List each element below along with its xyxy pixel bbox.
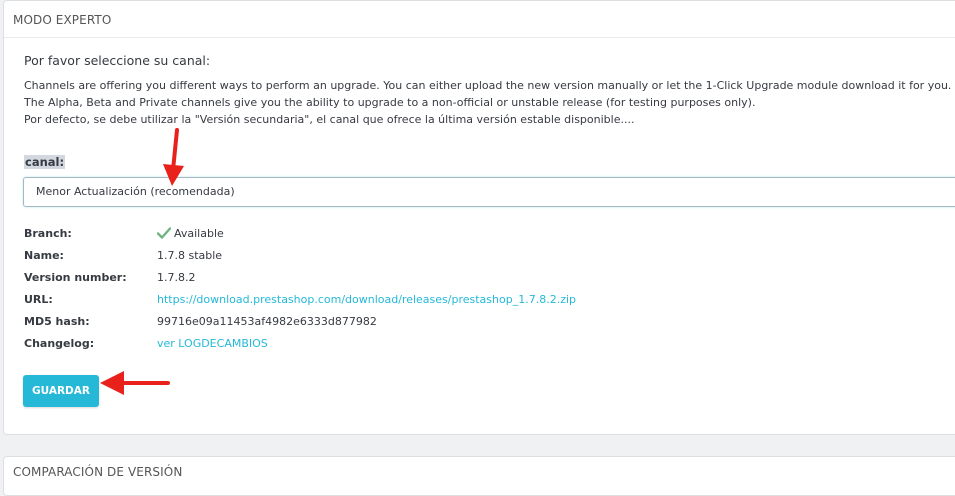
version-number-label: Version number:: [24, 271, 127, 284]
save-button[interactable]: GUARDAR: [23, 375, 99, 407]
changelog-label: Changelog:: [24, 337, 95, 350]
channel-description-line-3: Por defecto, se debe utilizar la "Versió…: [24, 113, 635, 126]
checkmark-icon: [157, 227, 171, 239]
name-value: 1.7.8 stable: [157, 249, 223, 262]
branch-value: Available: [157, 227, 224, 240]
changelog-link[interactable]: ver LOGDECAMBIOS: [157, 337, 268, 350]
url-label: URL:: [24, 293, 53, 306]
name-label: Name:: [24, 249, 64, 262]
branch-value-text: Available: [174, 227, 224, 240]
download-url-link[interactable]: https://download.prestashop.com/download…: [157, 293, 576, 306]
channel-description-line-1: Channels are offering you different ways…: [24, 79, 952, 92]
channel-description-line-2: The Alpha, Beta and Private channels giv…: [24, 96, 756, 109]
channel-select-value: Menor Actualización (recomendada): [36, 185, 235, 198]
red-arrow-icon: [100, 371, 170, 395]
version-comparison-title: COMPARACIÓN DE VERSIÓN: [13, 465, 183, 479]
md5-hash-value: 99716e09a11453af4982e6333d877982: [157, 315, 377, 328]
branch-label: Branch:: [24, 227, 72, 240]
version-number-value: 1.7.8.2: [157, 271, 196, 284]
expert-mode-title: MODO EXPERTO: [13, 13, 112, 27]
version-comparison-panel: COMPARACIÓN DE VERSIÓN: [3, 456, 955, 496]
red-arrow-icon: [163, 128, 184, 186]
channel-label: canal:: [24, 155, 66, 169]
heading-divider: [4, 37, 955, 38]
md5-hash-label: MD5 hash:: [24, 315, 90, 328]
channel-subtitle: Por favor seleccione su canal:: [24, 53, 211, 68]
